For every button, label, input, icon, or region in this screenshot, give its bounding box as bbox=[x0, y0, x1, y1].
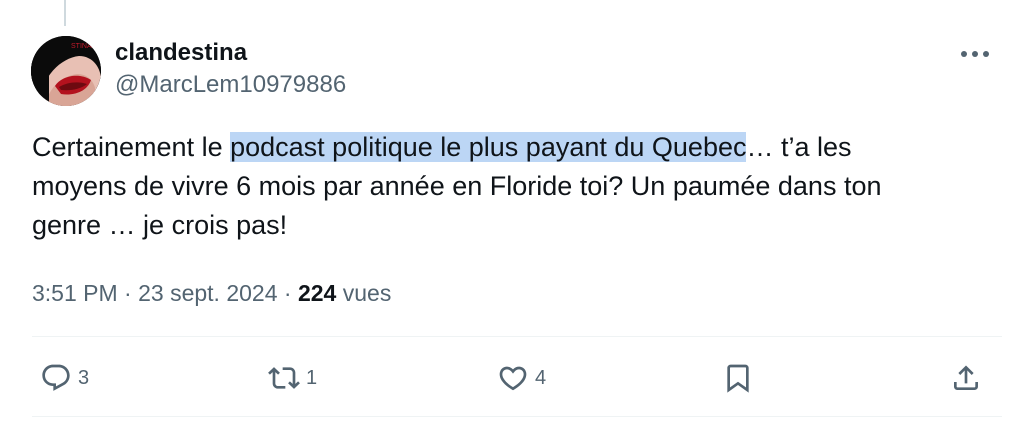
thread-connector-line bbox=[64, 0, 66, 26]
tweet-text: Certainement le podcast politique le plu… bbox=[32, 128, 932, 245]
more-dots-icon bbox=[961, 51, 989, 57]
meta-separator: · bbox=[124, 280, 132, 306]
reply-button[interactable]: 3 bbox=[40, 362, 89, 394]
divider bbox=[32, 336, 1002, 337]
views-count: 224 bbox=[297, 280, 337, 306]
author-display-name[interactable]: clandestina bbox=[115, 38, 346, 68]
avatar-image: STINA bbox=[31, 36, 101, 106]
avatar[interactable]: STINA bbox=[31, 36, 101, 106]
action-bar: 3 1 4 bbox=[32, 356, 1002, 400]
divider bbox=[32, 416, 1002, 417]
author-handle[interactable]: @MarcLem10979886 bbox=[115, 70, 346, 100]
bookmark-icon bbox=[727, 364, 749, 393]
reply-count: 3 bbox=[78, 366, 90, 389]
meta-separator: · bbox=[283, 280, 292, 306]
share-button[interactable] bbox=[950, 362, 982, 394]
retweet-button[interactable]: 1 bbox=[268, 362, 317, 394]
tweet-metadata: 3:51 PM · 23 sept. 2024 · 224 vues bbox=[32, 278, 391, 308]
tweet-time[interactable]: 3:51 PM bbox=[32, 280, 118, 306]
share-icon bbox=[954, 365, 978, 390]
views-label: vues bbox=[342, 280, 392, 306]
svg-text:STINA: STINA bbox=[71, 43, 92, 50]
bookmark-button[interactable] bbox=[722, 362, 754, 394]
like-button[interactable]: 4 bbox=[497, 362, 546, 394]
like-count: 4 bbox=[535, 366, 547, 389]
tweet-text-before: Certainement le bbox=[32, 132, 231, 162]
more-options-button[interactable] bbox=[958, 44, 992, 64]
heart-icon bbox=[499, 366, 527, 391]
retweet-count: 1 bbox=[306, 366, 318, 389]
tweet-author: clandestina @MarcLem10979886 bbox=[115, 38, 346, 100]
reply-icon bbox=[42, 364, 70, 391]
tweet-date[interactable]: 23 sept. 2024 bbox=[138, 280, 277, 306]
tweet-text-highlighted: podcast politique le plus payant du Queb… bbox=[230, 132, 747, 162]
retweet-icon bbox=[268, 367, 300, 389]
